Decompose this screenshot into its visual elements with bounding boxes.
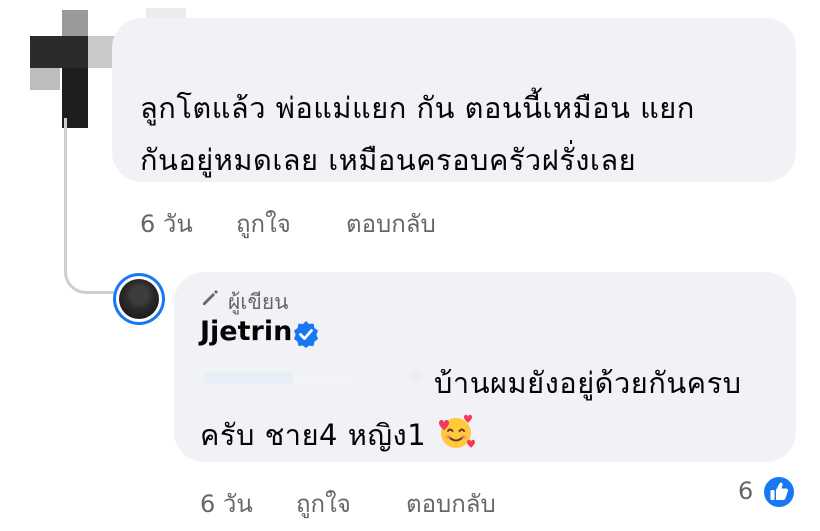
comment-text-line: กันอยู่หมดเลย เหมือนครอบครัวฝรั่งเลย (140, 143, 637, 177)
reply-text: บ้านผมยังอยู่ด้วยกันครบ ครับ ชาย4 หญิง1 (200, 357, 790, 461)
reply-button[interactable]: ตอบกลับ (406, 484, 496, 523)
reaction-count[interactable]: 6 (738, 477, 753, 505)
like-icon[interactable] (762, 475, 796, 509)
reply-meta: 6 วัน ถูกใจ ตอบกลับ (200, 484, 600, 518)
smiling-face-with-hearts-icon (439, 414, 475, 448)
comment-meta: 6 วัน ถูกใจ ตอบกลับ (140, 204, 540, 238)
comment-text-line: ลูกโตแล้ว พ่อแม่แยก กัน ตอนนี้เหมือน แยก (140, 91, 695, 125)
avatar[interactable] (113, 273, 165, 325)
comment-time[interactable]: 6 วัน (140, 204, 193, 243)
reply-text-line: บ้านผมยังอยู่ด้วยกันครบ (434, 366, 742, 400)
verified-badge-icon (294, 321, 318, 348)
reply-button[interactable]: ตอบกลับ (346, 204, 436, 243)
avatar-image (119, 279, 159, 319)
avatar-gap (116, 276, 162, 322)
thread-connector (64, 118, 116, 294)
pencil-icon (203, 290, 218, 305)
reply-text-line: ครับ ชาย4 หญิง1 (200, 418, 427, 452)
like-button[interactable]: ถูกใจ (236, 204, 291, 243)
comment-text: ลูกโตแล้ว พ่อแม่แยก กัน ตอนนี้เหมือน แยก… (140, 82, 780, 186)
author-name[interactable]: Jjetrin (200, 316, 292, 347)
author-badge-label: ผู้เขียน (228, 290, 289, 314)
reply-time[interactable]: 6 วัน (200, 484, 253, 523)
like-button[interactable]: ถูกใจ (296, 484, 351, 523)
